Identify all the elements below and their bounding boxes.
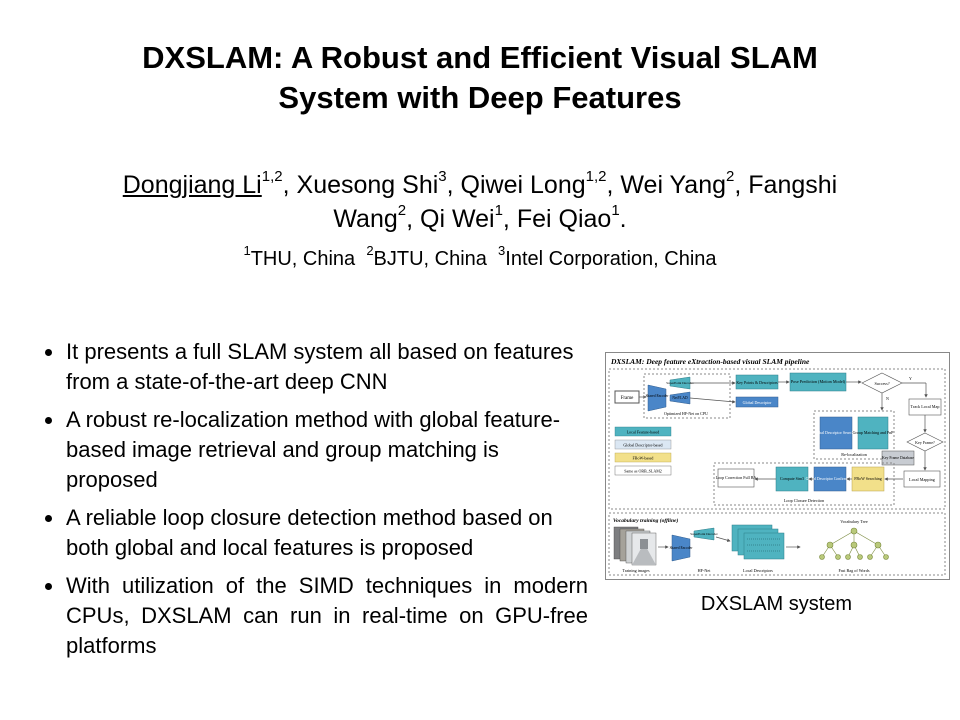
author-name: Xuesong Shi	[296, 171, 439, 199]
author-name: Wei Yang	[620, 171, 727, 199]
kf-database-label: Key Frame Database	[882, 456, 914, 460]
bullet-item: A reliable loop closure detection method…	[40, 503, 588, 563]
figure-caption: DXSLAM system	[700, 593, 853, 615]
loop-correction-label: Loop Correction Full BA	[716, 475, 757, 480]
author-sup: 2	[726, 167, 735, 185]
bullet-dot-icon	[45, 417, 52, 424]
yes-label: Y	[909, 376, 912, 381]
optimized-hfnet-label: Optimized HF-Net on CPU	[664, 411, 708, 416]
bullet-dot-icon	[45, 349, 52, 356]
offline-decoder-label: SuperPoint Decoder	[690, 532, 718, 536]
author-sup: 3	[438, 167, 447, 185]
pipeline-diagram: DXSLAM: Deep feature eXtraction-based vi…	[608, 357, 946, 576]
fbow-searching-label: FBoW Searching	[854, 476, 882, 481]
author-sup: 1	[611, 201, 620, 219]
frame-label: Frame	[621, 396, 635, 401]
dxslam-pipeline-figure: DXSLAM: Deep feature eXtraction-based vi…	[605, 352, 950, 580]
global-descriptor-label: Global Descriptor	[743, 400, 772, 405]
affil-sup: 3	[498, 243, 506, 259]
relocalization-label: Re-localization	[841, 452, 867, 457]
author-list: Dongjiang Li1,2, Xuesong Shi3, Qiwei Lon…	[122, 167, 838, 233]
author-sup: 1	[494, 201, 503, 219]
training-images-label: Training images	[622, 568, 650, 573]
affil-sup: 2	[366, 243, 374, 259]
affil-text: BJTU, China	[373, 248, 487, 270]
author-name: Fangshi	[748, 171, 838, 199]
no-label: N	[886, 396, 889, 401]
vocab-tree-shape	[819, 527, 889, 560]
legend-global-label: Global Descriptor-based	[623, 443, 662, 448]
netvlad-label: NetVLAD	[672, 396, 688, 400]
local-mapping-label: Local Mapping	[909, 477, 936, 482]
affil-sup: 1	[243, 243, 251, 259]
bullet-item: It presents a full SLAM system all based…	[40, 337, 588, 397]
author-name: Qiwei Long	[460, 171, 586, 199]
pose-prediction-label: Pose Prediction (Motion Model)	[791, 379, 846, 384]
bullet-item: With utilization of the SIMD techniques …	[40, 571, 588, 661]
track-local-map-label: Track Local Map	[911, 404, 940, 409]
author-name: Dongjiang Li	[122, 171, 262, 199]
shared-encoder-label: Shared Encoder	[646, 394, 670, 398]
group-matching-label: Group Matching and PnP	[853, 430, 895, 435]
vocab-tree-label: Vocabulary Tree	[840, 519, 868, 524]
keypoints-label: Key Points & Descriptors	[736, 380, 778, 385]
loop-closure-label: Loop Closure Detection	[784, 498, 825, 503]
hfnet-offline-label: HF-Net	[698, 568, 712, 573]
bullet-item: A robust re-localization method with glo…	[40, 405, 588, 495]
local-descriptors-stack	[731, 524, 785, 560]
shared-encoder-shape	[647, 384, 667, 412]
legend-orb-label: Same as ORB_SLAM2	[624, 469, 662, 474]
figure-title: DXSLAM: Deep feature eXtraction-based vi…	[610, 357, 810, 366]
legend-fbow-label: FBoW-based	[633, 456, 654, 461]
bullet-dot-icon	[45, 515, 52, 522]
author-name: Fei Qiao	[516, 205, 612, 233]
bullet-dot-icon	[45, 583, 52, 590]
legend-local-label: Local Feature-based	[627, 430, 660, 435]
training-images	[613, 526, 657, 566]
author-name: Wang	[333, 205, 398, 233]
slide-title: DXSLAM: A Robust and Efficient Visual SL…	[0, 38, 960, 118]
affil-text: THU, China	[250, 248, 356, 270]
local-descriptors-label: Local Descriptors	[743, 568, 773, 573]
compute-sim3-label: Compute Sim3	[780, 476, 804, 481]
affil-text: Intel Corporation, China	[505, 248, 717, 270]
title-line-2: System with Deep Features	[278, 80, 682, 115]
vocab-training-label: Vocabulary training (offline)	[613, 517, 678, 524]
author-sup: 1,2	[585, 167, 607, 185]
success-label: Success?	[874, 381, 889, 386]
offline-encoder-label: Shared Encoder	[670, 546, 694, 550]
title-line-1: DXSLAM: A Robust and Efficient Visual SL…	[142, 40, 818, 75]
author-name: Qi Wei	[420, 205, 495, 233]
bullet-list: It presents a full SLAM system all based…	[40, 337, 588, 669]
author-sup: 1,2	[261, 167, 283, 185]
affiliations: 1THU, China 2BJTU, China 3Intel Corporat…	[0, 243, 960, 273]
keyframe-label: Key Frame?	[915, 440, 935, 445]
author-sup: 2	[397, 201, 407, 219]
fast-bow-label: Fast Bag of Words	[838, 568, 869, 573]
